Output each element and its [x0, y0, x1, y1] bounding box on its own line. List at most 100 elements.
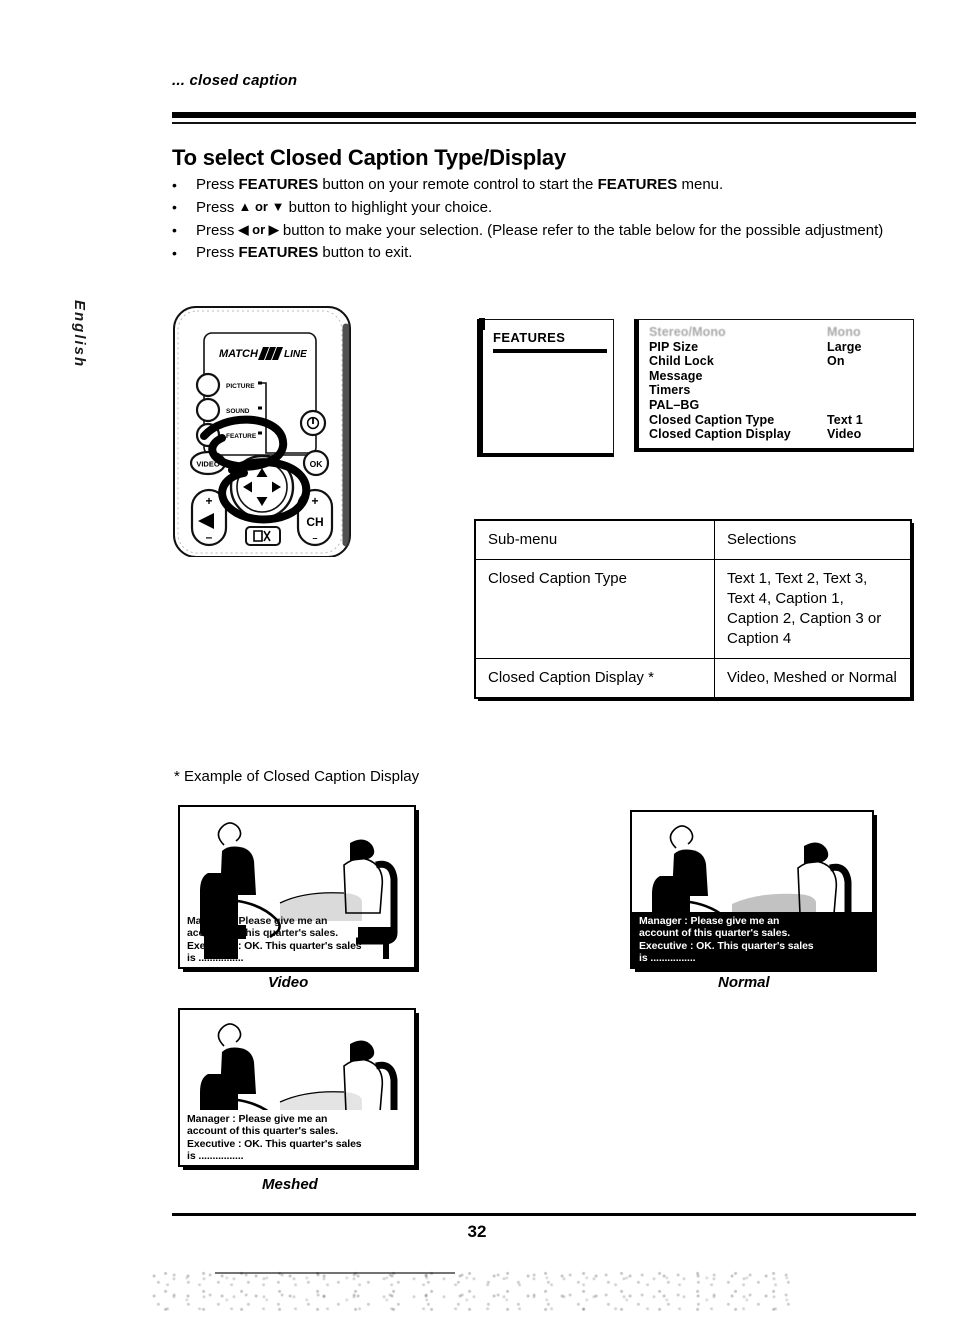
caption-line: is ................	[187, 1150, 244, 1163]
caption-line: Executive : OK. This quarter's sales	[187, 939, 362, 952]
osd-row-label: Closed Caption Display	[649, 427, 791, 442]
osd-row-label: Stereo/Mono	[649, 325, 726, 339]
remote-control-illustration: MATCH LINE PICTURE SOUND FEATURE VIDEO O…	[173, 306, 351, 557]
page-number: 32	[467, 1222, 487, 1241]
leftright-arrow-icon: ◀ or ▶	[238, 222, 279, 237]
caption-overlay-normal: Manager : Please give me an account of t…	[632, 911, 872, 967]
table-cell-selections: Text 1, Text 2, Text 3, Text 4, Caption …	[714, 559, 912, 659]
mute-button	[245, 526, 281, 546]
osd-row-label: Timers	[649, 383, 691, 398]
caption-line: Executive : OK. This quarter's sales	[187, 1137, 362, 1150]
example-name-meshed: Meshed	[262, 1176, 318, 1193]
table-header-row: Sub-menu Selections	[474, 519, 912, 560]
caption-overlay-video: Manager : Please give me an account of t…	[180, 912, 414, 967]
caption-line: Manager : Please give me an	[639, 914, 780, 927]
example-section-label: * Example of Closed Caption Display	[174, 768, 420, 785]
caption-overlay-meshed: Manager : Please give me an account of t…	[180, 1109, 414, 1165]
instruction-text: Press ▲ or ▼ button to highlight your ch…	[196, 199, 493, 216]
table-cell-submenu: Closed Caption Display *	[474, 658, 715, 699]
manual-page: ... closed caption English To select Clo…	[0, 0, 954, 1321]
table-row: Closed Caption Display * Video, Meshed o…	[474, 658, 912, 699]
osd-row-value: Video	[827, 427, 862, 442]
osd-row-value	[827, 383, 905, 398]
svg-text:OK: OK	[310, 459, 324, 469]
list-item: • Press FEATURES button to exit.	[172, 243, 917, 263]
svg-text:+: +	[311, 494, 318, 508]
caption-line: account of this quarter's sales.	[187, 927, 339, 940]
example-image-normal: Manager : Please give me an account of t…	[630, 810, 874, 969]
scan-artifact-streak	[215, 1272, 455, 1274]
instruction-text: Press ◀ or ▶ button to make your selecti…	[196, 222, 884, 239]
svg-text:+: +	[205, 494, 212, 508]
svg-text:SOUND: SOUND	[226, 408, 250, 415]
example-image-meshed: Manager : Please give me an account of t…	[178, 1008, 416, 1167]
power-button	[299, 409, 327, 437]
updown-arrow-icon: ▲ or ▼	[238, 199, 285, 214]
osd-row-closed-caption-display[interactable]: Closed Caption Display Video	[649, 427, 905, 442]
osd-row-label: PIP Size	[649, 339, 699, 354]
osd-row-label: PAL–BG	[649, 397, 700, 412]
osd-cursor-marker	[479, 318, 485, 330]
list-item: • Press ▲ or ▼ button to highlight your …	[172, 197, 917, 218]
running-head: ... closed caption	[172, 72, 298, 89]
instruction-text: Press FEATURES button to exit.	[196, 244, 413, 261]
osd-row-pip-size[interactable]: PIP Size Large	[649, 340, 905, 355]
osd-row-closed-caption-type[interactable]: Closed Caption Type Text 1	[649, 413, 905, 428]
osd-row-value: Mono	[827, 325, 861, 339]
caption-line: Manager : Please give me an	[187, 914, 328, 927]
example-image-video: Manager : Please give me an account of t…	[178, 805, 416, 969]
osd-row-label: Child Lock	[649, 354, 714, 369]
bullet-icon: •	[172, 245, 177, 261]
example-name-normal: Normal	[718, 974, 770, 991]
matchline-logo-icon: MATCH LINE	[219, 347, 307, 360]
svg-text:PICTURE: PICTURE	[226, 383, 255, 390]
bullet-icon: •	[172, 222, 177, 238]
table-row: Closed Caption Type Text 1, Text 2, Text…	[474, 559, 912, 659]
osd-features-panel: FEATURES	[477, 318, 614, 457]
caption-line: is ................	[187, 952, 244, 965]
selections-table: Sub-menu Selections Closed Caption Type …	[474, 519, 912, 699]
list-item: • Press ◀ or ▶ button to make your selec…	[172, 220, 917, 241]
svg-text:–: –	[206, 530, 213, 544]
language-side-tab: English	[71, 300, 88, 369]
header-rule-thin	[172, 122, 916, 124]
header-rule-thick	[172, 112, 916, 118]
svg-text:FEATURE: FEATURE	[226, 433, 257, 440]
caption-line: account of this quarter's sales.	[187, 1125, 339, 1138]
ok-button: OK	[302, 449, 330, 477]
svg-text:MATCH: MATCH	[219, 348, 259, 360]
instruction-text: Press FEATURES button on your remote con…	[196, 176, 724, 193]
osd-row-value	[827, 369, 905, 384]
table-cell-submenu: Closed Caption Type	[474, 559, 715, 659]
instruction-list: • Press FEATURES button on your remote c…	[172, 175, 917, 265]
svg-text:–: –	[312, 533, 317, 543]
osd-row-label: Closed Caption Type	[649, 412, 775, 427]
bullet-icon: •	[172, 199, 177, 215]
svg-text:LINE: LINE	[284, 349, 307, 360]
osd-row-timers[interactable]: Timers	[649, 383, 905, 398]
example-name-video: Video	[268, 974, 309, 991]
osd-row-label: Message	[649, 368, 703, 383]
list-item: • Press FEATURES button on your remote c…	[172, 175, 917, 195]
osd-row-value: Text 1	[827, 412, 863, 427]
bullet-icon: •	[172, 177, 177, 193]
osd-menu-list: Stereo/Mono Mono PIP Size Large Child Lo…	[634, 319, 914, 452]
svg-text:CH: CH	[306, 515, 323, 529]
osd-row-value: Large	[827, 339, 862, 354]
osd-panel-title: FEATURES	[493, 330, 607, 353]
caption-line: Executive : OK. This quarter's sales	[639, 939, 814, 952]
osd-row-pal-bg[interactable]: PAL–BG	[649, 398, 905, 413]
page-title: To select Closed Caption Type/Display	[172, 145, 566, 170]
osd-row-value: On	[827, 354, 845, 369]
osd-row-child-lock[interactable]: Child Lock On	[649, 354, 905, 369]
osd-row-value	[827, 398, 905, 413]
footer-rule	[172, 1213, 916, 1216]
caption-line: Manager : Please give me an	[187, 1112, 328, 1125]
table-header-selections: Selections	[714, 519, 912, 560]
scan-artifact	[150, 1268, 790, 1312]
caption-line: account of this quarter's sales.	[639, 927, 791, 940]
osd-row-artifact[interactable]: Stereo/Mono Mono	[649, 325, 905, 340]
table-cell-selections: Video, Meshed or Normal	[714, 658, 912, 699]
osd-row-message[interactable]: Message	[649, 369, 905, 384]
table-header-submenu: Sub-menu	[474, 519, 715, 560]
